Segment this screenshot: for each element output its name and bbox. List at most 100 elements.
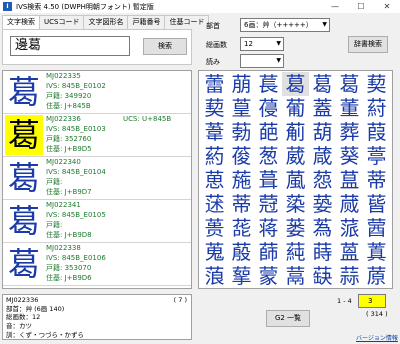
glyph-cell[interactable]: 葵 — [336, 144, 363, 168]
glyph-cell[interactable]: 葬 — [336, 120, 363, 144]
search-tabs: 文字検索 UCSコード 文字図形名 戸籍番号 住基コード — [2, 15, 210, 30]
glyph-cell[interactable]: 蕾 — [201, 72, 228, 96]
glyph-cell[interactable]: 葛 — [309, 72, 336, 96]
strokes-select[interactable]: 12 ▼ — [240, 37, 284, 51]
glyph-cell[interactable]: 葶 — [363, 144, 390, 168]
glyph-cell[interactable]: 蒈 — [363, 192, 390, 216]
info-panel: MJ022336 ( 7 ) 部首：艸 (6画 140) 総画数：12 音：カツ… — [2, 294, 192, 340]
list-item[interactable]: 葛 MJ022341 IVS: 845B_E0105 戸籍: 住基: J+B9D… — [3, 200, 191, 243]
glyph-cell[interactable]: 蓋 — [309, 96, 336, 120]
minimize-button[interactable]: — — [322, 0, 348, 13]
window-title: IVS検索 4.50 (DWPH明朝フォント) 暫定版 — [16, 2, 154, 11]
glyph-cell[interactable]: 蒌 — [282, 216, 309, 240]
glyph-cell[interactable]: 蒂 — [228, 192, 255, 216]
radical-select[interactable]: 6画：艸（+++++） ▼ — [240, 18, 330, 32]
glyph-cell[interactable]: 蒗 — [201, 264, 228, 288]
glyph-cell[interactable]: 葰 — [228, 144, 255, 168]
list-item[interactable]: 葛 MJ022335 IVS: 845B_E0102 戸籍: 349920 住基… — [3, 71, 191, 114]
glyph-cell[interactable]: 蒇 — [336, 192, 363, 216]
glyph-cell[interactable]: 葧 — [228, 120, 255, 144]
glyph-cell[interactable]: 蒘 — [228, 264, 255, 288]
glyph-cell[interactable]: 蒖 — [363, 240, 390, 264]
glyph-cell[interactable]: 萇 — [255, 72, 282, 96]
glyph-cell[interactable]: 葱 — [255, 144, 282, 168]
list-glyph: 葛 — [7, 202, 40, 240]
glyph-cell[interactable]: 蒍 — [309, 216, 336, 240]
version-info-link[interactable]: バージョン情報 — [356, 333, 398, 342]
glyph-cell[interactable]: 葦 — [201, 120, 228, 144]
glyph-cell[interactable]: 蒂 — [363, 168, 390, 192]
glyph-cell[interactable]: 葻 — [282, 168, 309, 192]
reading-select[interactable]: ▼ — [240, 54, 284, 68]
glyph-cell[interactable]: 葜 — [363, 72, 390, 96]
glyph-cell[interactable]: 蒓 — [282, 240, 309, 264]
glyph-cell[interactable]: 蒔 — [309, 240, 336, 264]
glyph-cell[interactable]: 葫 — [309, 120, 336, 144]
glyph-cell[interactable]: 蒎 — [336, 216, 363, 240]
search-button[interactable]: 検索 — [143, 38, 187, 55]
glyph-cell[interactable]: 蒋 — [255, 216, 282, 240]
glyph-cell[interactable]: 葯 — [201, 144, 228, 168]
glyph-cell[interactable]: 葪 — [282, 120, 309, 144]
glyph-cell[interactable]: 蒒 — [255, 240, 282, 264]
dictionary-search-button[interactable]: 辞書検索 — [348, 36, 388, 53]
glyph-cell[interactable]: 葸 — [201, 168, 228, 192]
glyph-cell[interactable]: 葩 — [255, 120, 282, 144]
chevron-down-icon: ▼ — [276, 57, 281, 64]
glyph-cell[interactable]: 葤 — [363, 96, 390, 120]
glyph-cell[interactable]: 葟 — [228, 96, 255, 120]
juki-code: 住基: J+845B — [46, 102, 91, 110]
koseki-code: 戸籍: 349920 — [46, 92, 92, 100]
list-item[interactable]: 葛 MJ022340 IVS: 845B_E0104 戸籍: 住基: J+B9D… — [3, 157, 191, 200]
list-item[interactable]: 葛 MJ022336 UCS: U+845B IVS: 845B_E0103 戸… — [3, 114, 191, 157]
glyph-cell[interactable]: 葹 — [228, 168, 255, 192]
glyph-cell[interactable]: 蒕 — [336, 240, 363, 264]
tab-juki-code[interactable]: 住基コード — [164, 15, 210, 29]
tab-koseki-number[interactable]: 戸籍番号 — [127, 15, 166, 29]
koseki-code: 戸籍: — [46, 221, 63, 229]
glyph-cell[interactable]: 蒛 — [309, 264, 336, 288]
chevron-down-icon: ▼ — [276, 40, 281, 47]
tab-glyph-name[interactable]: 文字図形名 — [83, 15, 129, 29]
glyph-cell[interactable]: 葺 — [255, 168, 282, 192]
glyph-cell[interactable]: 蒅 — [282, 192, 309, 216]
glyph-cell[interactable]: 蒜 — [336, 264, 363, 288]
glyph-cell[interactable]: 蒏 — [363, 216, 390, 240]
tab-character-search[interactable]: 文字検索 — [2, 15, 40, 30]
glyph-cell[interactable]: 葳 — [282, 144, 309, 168]
glyph-cell[interactable]: 蒑 — [228, 240, 255, 264]
chevron-down-icon: ▼ — [322, 21, 327, 28]
close-button[interactable]: ✕ — [374, 0, 400, 13]
glyph-cell[interactable]: 蒊 — [228, 216, 255, 240]
glyph-cell[interactable]: 葜 — [201, 96, 228, 120]
page-range: 1 - 4 — [337, 297, 352, 305]
glyph-cell[interactable]: 葛 — [336, 72, 363, 96]
search-input[interactable]: 邊葛 — [10, 36, 130, 56]
glyph-cell[interactable]: 蒁 — [201, 192, 228, 216]
g2-list-button[interactable]: G2 一覧 — [266, 310, 310, 327]
glyph-cell[interactable]: 蒐 — [201, 240, 228, 264]
glyph-cell[interactable]: 葾 — [309, 168, 336, 192]
list-item[interactable]: 葛 MJ022338 IVS: 845B_E0106 戸籍: 353070 住基… — [3, 243, 191, 286]
glyph-cell[interactable]: 葴 — [309, 144, 336, 168]
glyph-cell[interactable]: 葭 — [363, 120, 390, 144]
mj-code: MJ022340 — [46, 158, 81, 166]
glyph-cell[interactable]: 蒀 — [336, 168, 363, 192]
glyph-cell[interactable]: 葛 — [282, 72, 309, 96]
mj-code: MJ022338 — [46, 244, 81, 252]
glyph-cell[interactable]: 蒆 — [309, 192, 336, 216]
glyph-cell[interactable]: 蒙 — [255, 264, 282, 288]
glyph-cell[interactable]: 葡 — [282, 96, 309, 120]
list-glyph: 葛 — [7, 245, 40, 283]
glyph-cell[interactable]: 蒝 — [363, 264, 390, 288]
glyph-cell[interactable]: 葠 — [255, 96, 282, 120]
glyph-cell[interactable]: 蒉 — [201, 216, 228, 240]
tab-ucs-code[interactable]: UCSコード — [39, 15, 85, 29]
glyph-cell[interactable]: 萠 — [228, 72, 255, 96]
glyph-cell[interactable]: 蒄 — [255, 192, 282, 216]
maximize-button[interactable]: ☐ — [348, 0, 374, 13]
page-spinner[interactable]: 3 — [358, 294, 386, 308]
glyph-cell[interactable]: 董 — [336, 96, 363, 120]
glyph-cell[interactable]: 蒚 — [282, 264, 309, 288]
ucs-code: UCS: U+845B — [123, 115, 172, 123]
